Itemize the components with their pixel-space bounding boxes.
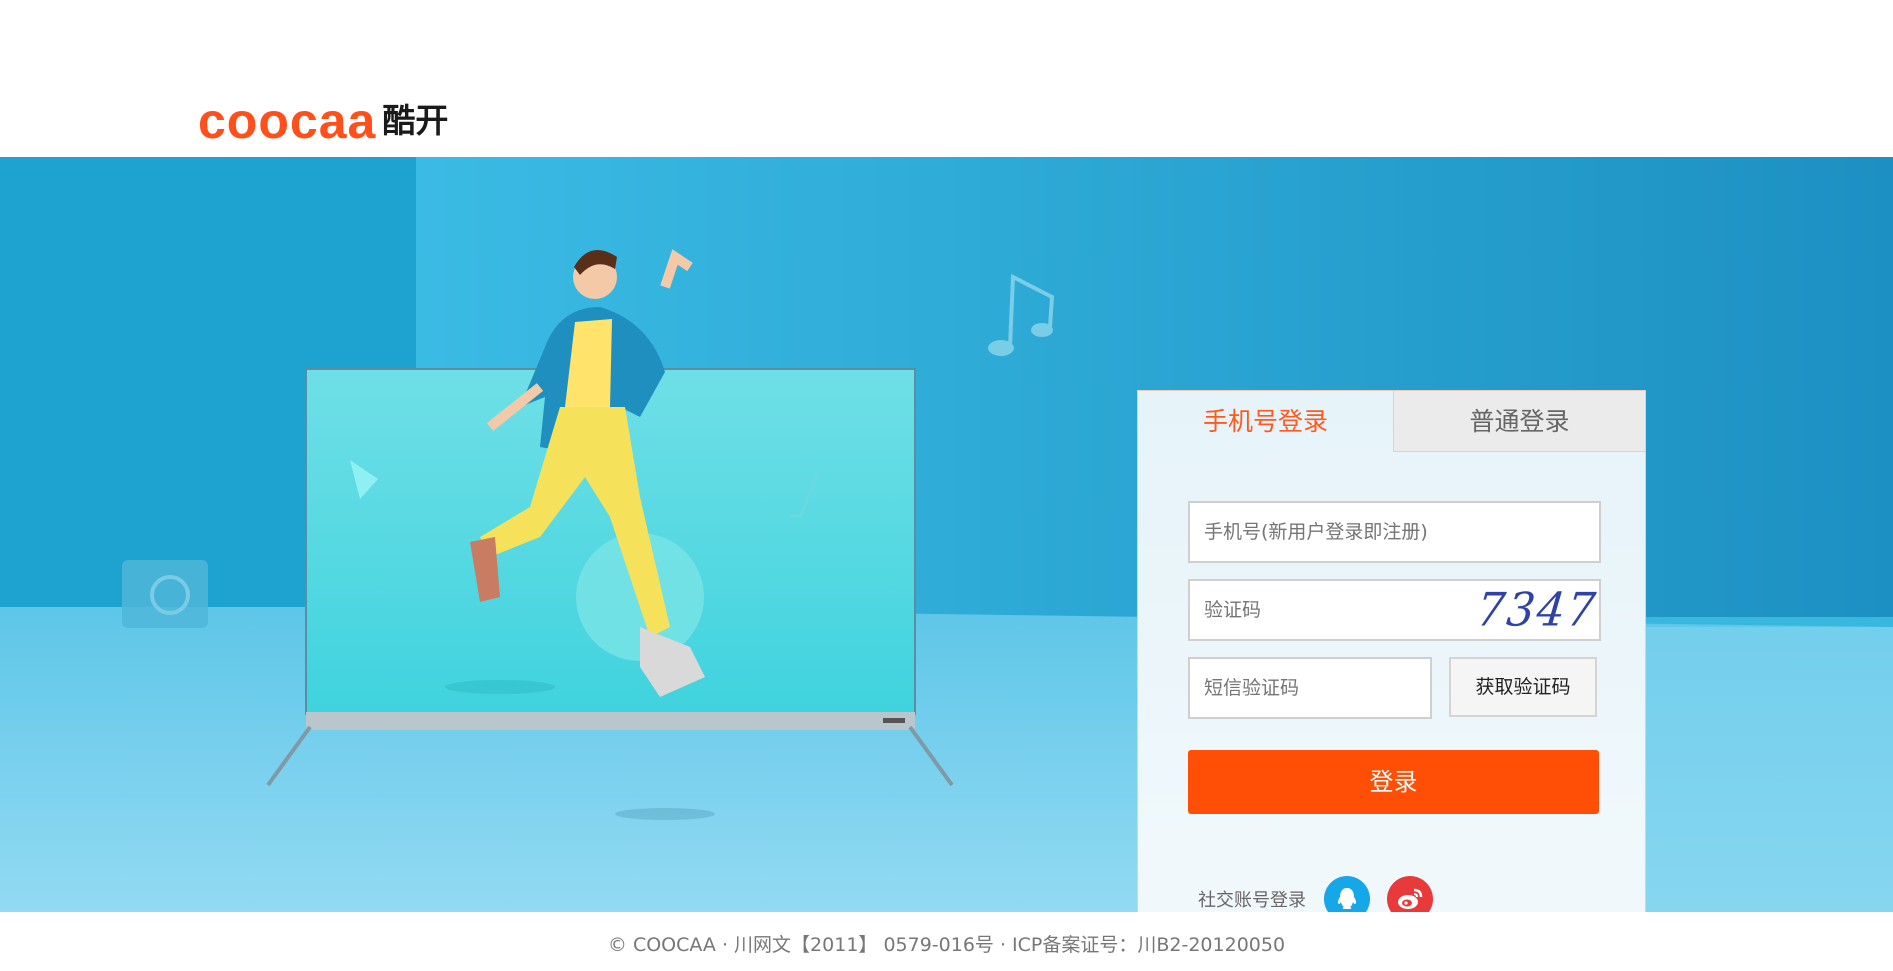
social-login: 社交账号登录 bbox=[1198, 876, 1450, 912]
header: coocaa 酷开 bbox=[0, 0, 1893, 157]
login-button[interactable]: 登录 bbox=[1188, 750, 1599, 814]
weibo-icon[interactable] bbox=[1387, 876, 1433, 912]
get-sms-code-button[interactable]: 获取验证码 bbox=[1449, 657, 1597, 717]
phone-number-input[interactable] bbox=[1188, 501, 1601, 563]
footer-copyright: © COOCAA · 川网文【2011】 0579-016号 · ICP备案证号… bbox=[607, 934, 1286, 956]
hero-banner: 手机号登录 普通登录 7347 获取验证码 登录 社交账号登录 bbox=[0, 157, 1893, 912]
captcha-image[interactable]: 7347 bbox=[1474, 581, 1600, 639]
login-panel: 手机号登录 普通登录 7347 获取验证码 登录 社交账号登录 bbox=[1137, 390, 1646, 912]
weibo-glyph bbox=[1398, 888, 1423, 909]
tab-normal-login[interactable]: 普通登录 bbox=[1393, 391, 1645, 452]
tab-phone-login[interactable]: 手机号登录 bbox=[1138, 391, 1393, 452]
qq-penguin-glyph bbox=[1337, 888, 1357, 909]
captcha-code: 7347 bbox=[1474, 583, 1600, 637]
sms-code-input[interactable] bbox=[1188, 657, 1432, 719]
login-tabs: 手机号登录 普通登录 bbox=[1138, 391, 1645, 452]
qq-icon[interactable] bbox=[1324, 876, 1370, 912]
coocaa-logo[interactable]: coocaa 酷开 bbox=[198, 93, 449, 149]
logo-chinese-name: 酷开 bbox=[382, 101, 449, 140]
footer: © COOCAA · 川网文【2011】 0579-016号 · ICP备案证号… bbox=[0, 912, 1893, 971]
social-login-label: 社交账号登录 bbox=[1198, 890, 1306, 911]
logo-wordmark: coocaa bbox=[198, 93, 377, 149]
